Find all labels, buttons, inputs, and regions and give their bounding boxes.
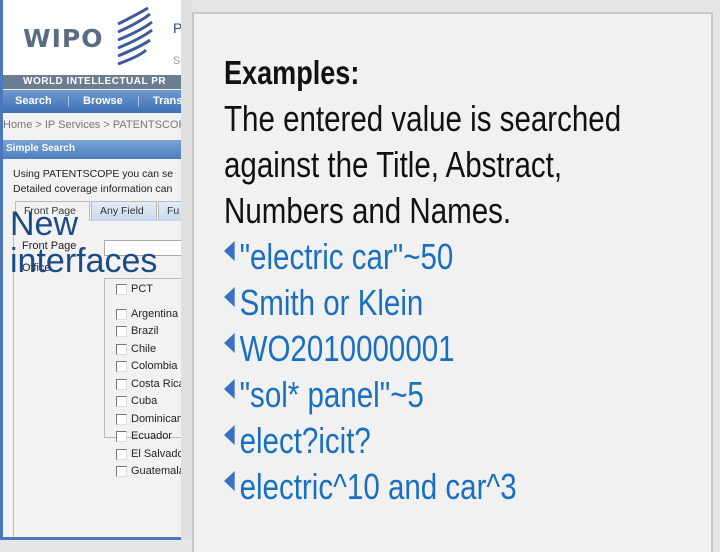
office-checkbox[interactable]: Ecuador <box>116 430 172 442</box>
org-bar: WORLD INTELLECTUAL PR <box>3 75 181 89</box>
header: WIPO P S <box>3 0 181 75</box>
description-line: against the Title, Abstract, <box>224 144 563 185</box>
wipo-logo: WIPO <box>23 24 104 53</box>
office-checkbox[interactable]: Dominican <box>116 413 181 425</box>
page-title-fragment: P <box>173 20 181 36</box>
divider <box>181 0 192 540</box>
speaker-icon <box>224 241 235 261</box>
speaker-icon <box>224 425 235 445</box>
nav-bar: Search | Browse | Trans <box>3 90 181 113</box>
patentscope-screenshot: WIPO P S WORLD INTELLECTUAL PR Search | … <box>0 0 181 540</box>
nav-separator: | <box>137 95 140 107</box>
nav-translate[interactable]: Trans <box>153 95 181 107</box>
nav-browse[interactable]: Browse <box>83 95 123 107</box>
example-link[interactable]: WO2010000001 <box>224 328 455 370</box>
examples-tooltip: Examples: The entered value is searched … <box>192 12 713 552</box>
caption-line: interfaces <box>10 242 158 280</box>
office-checkbox[interactable]: PCT <box>116 283 153 295</box>
example-link[interactable]: elect?icit? <box>224 420 371 462</box>
example-link[interactable]: electric^10 and car^3 <box>224 466 517 508</box>
office-checkbox[interactable]: Brazil <box>116 325 159 337</box>
intro-text: Using PATENTSCOPE you can se <box>13 168 174 180</box>
example-link[interactable]: "sol* panel"~5 <box>224 374 424 416</box>
tab-full-text[interactable]: Fu <box>158 201 181 221</box>
speaker-icon <box>224 333 235 353</box>
nav-search[interactable]: Search <box>15 95 52 107</box>
description-line: Numbers and Names. <box>224 190 512 231</box>
office-checkbox[interactable]: Chile <box>116 343 156 355</box>
office-checkbox[interactable]: Argentina <box>116 308 178 320</box>
speaker-icon <box>224 379 235 399</box>
intro-text: Detailed coverage information can <box>13 183 173 195</box>
wipo-globe-icon <box>117 6 153 66</box>
office-checkbox[interactable]: El Salvador <box>116 448 181 460</box>
description-line: The entered value is searched <box>224 98 622 139</box>
office-checkbox[interactable]: Costa Rica <box>116 378 181 390</box>
breadcrumb[interactable]: Home > IP Services > PATENTSCOPE <box>3 119 181 131</box>
speaker-icon <box>224 287 235 307</box>
office-checkbox[interactable]: Cuba <box>116 395 157 407</box>
subtitle-fragment: S <box>173 55 181 67</box>
section-title: Simple Search <box>3 140 181 159</box>
examples-heading: Examples: <box>224 54 360 91</box>
example-link[interactable]: Smith or Klein <box>224 282 423 324</box>
example-link[interactable]: "electric car"~50 <box>224 236 453 278</box>
speaker-icon <box>224 471 235 491</box>
caption-line: New <box>10 205 79 243</box>
nav-separator: | <box>67 95 70 107</box>
slide-caption: New interfaces <box>10 206 157 280</box>
office-checkbox[interactable]: Guatemala <box>116 465 181 477</box>
office-checkbox[interactable]: Colombia <box>116 360 177 372</box>
